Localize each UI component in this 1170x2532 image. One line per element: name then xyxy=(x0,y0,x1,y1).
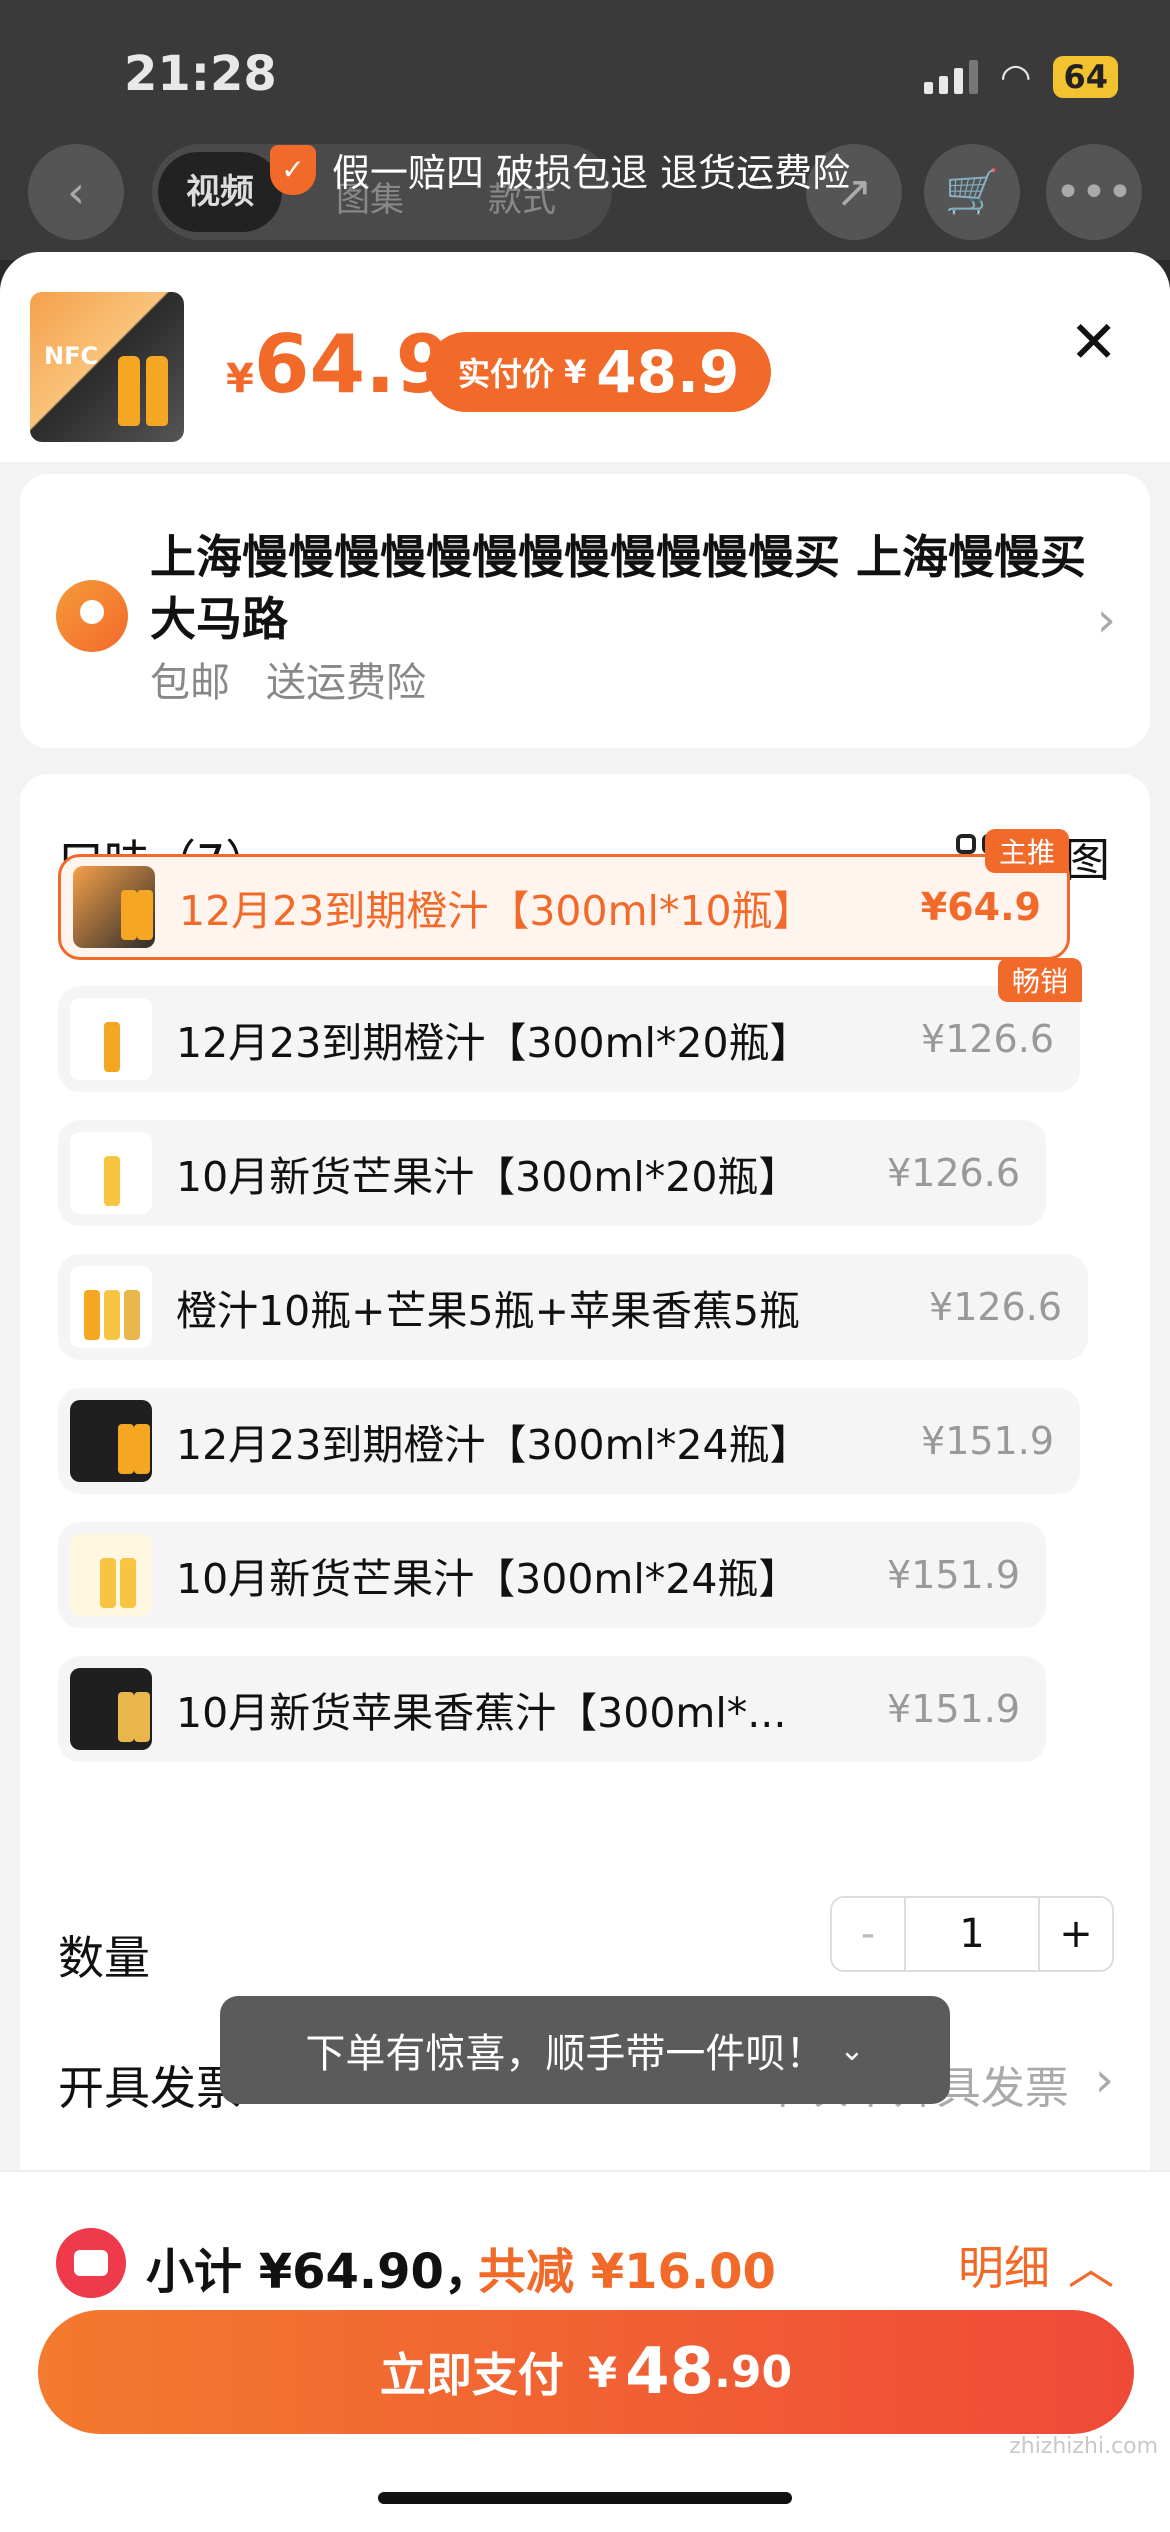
guarantee-text: 假一赔四 破损包退 退货运费险 xyxy=(332,151,851,195)
more-button[interactable]: ••• xyxy=(1046,144,1142,240)
real-price-value: 48.9 xyxy=(596,338,740,406)
sku-price: ¥151.9 xyxy=(887,1553,1020,1597)
sku-name: 10月新货芒果汁【300ml*24瓶】 xyxy=(176,1555,800,1603)
sku-price: ¥126.6 xyxy=(887,1151,1020,1195)
shield-check-icon: ✓ xyxy=(270,144,316,195)
invoice-label: 开具发票 xyxy=(58,2061,242,2115)
watermark: zhizhizhi.com xyxy=(1009,2434,1158,2459)
tab-video[interactable]: 视频 xyxy=(158,152,282,232)
discount-total: 共减 ¥16.00 xyxy=(478,2244,776,2300)
address-line: 上海慢慢慢慢慢慢慢慢慢慢慢慢买 上海慢慢买大马路 xyxy=(150,530,1087,646)
sku-price: ¥151.9 xyxy=(887,1687,1020,1731)
sku-option[interactable]: 10月新货苹果香蕉汁【300ml*... ¥151.9 xyxy=(58,1656,1046,1762)
sku-thumbnail xyxy=(70,1668,152,1750)
coupon-icon xyxy=(56,2228,126,2298)
sku-name: 10月新货芒果汁【300ml*20瓶】 xyxy=(176,1153,800,1201)
quantity-label: 数量 xyxy=(58,1931,150,1985)
location-pin-icon xyxy=(56,580,128,652)
sku-name: 10月新货苹果香蕉汁【300ml*... xyxy=(176,1689,787,1737)
sku-thumbnail xyxy=(73,866,155,948)
bottle-graphic xyxy=(118,356,140,426)
back-button[interactable]: ‹ xyxy=(28,144,124,240)
pay-amount-dec: .90 xyxy=(714,2346,793,2398)
sku-price: ¥126.6 xyxy=(921,1017,1054,1061)
chevron-double-down-icon: ⌄ xyxy=(839,2032,865,2068)
shipping-tag: 送运费险 xyxy=(266,660,426,706)
chevron-left-icon: ‹ xyxy=(67,166,85,218)
address-card[interactable]: 上海慢慢慢慢慢慢慢慢慢慢慢慢买 上海慢慢买大马路 包邮 送运费险 › xyxy=(20,474,1150,748)
pay-label: 立即支付 xyxy=(379,2348,564,2402)
sku-price: ¥151.9 xyxy=(921,1419,1054,1463)
quantity-value[interactable]: 1 xyxy=(906,1898,1038,1970)
product-price: ¥64.9 xyxy=(226,318,451,411)
detail-label: 明细 xyxy=(958,2241,1050,2295)
pay-currency: ¥ xyxy=(587,2347,618,2397)
status-time: 21:28 xyxy=(124,46,277,102)
sku-price: ¥126.6 xyxy=(929,1285,1062,1329)
sku-name: 12月23到期橙汁【300ml*10瓶】 xyxy=(179,887,814,935)
close-icon[interactable]: ✕ xyxy=(1069,308,1118,376)
sku-tag: 主推 xyxy=(984,829,1069,873)
sheet-header: NFC ¥64.9 实付价 ¥ 48.9 ✕ xyxy=(0,252,1170,462)
shipping-tag: 包邮 xyxy=(150,660,230,706)
sku-option[interactable]: 橙汁10瓶+芒果5瓶+苹果香蕉5瓶 ¥126.6 xyxy=(58,1254,1088,1360)
price-currency: ¥ xyxy=(226,356,254,402)
cart-icon: 🛒 xyxy=(944,167,1000,218)
real-price-badge: 实付价 ¥ 48.9 xyxy=(426,332,772,412)
sku-option[interactable]: 10月新货芒果汁【300ml*24瓶】 ¥151.9 xyxy=(58,1522,1046,1628)
increment-button[interactable]: + xyxy=(1038,1898,1112,1970)
chevron-up-icon: ︿ xyxy=(1068,2241,1114,2295)
sku-tag: 畅销 xyxy=(997,958,1082,1002)
sku-option[interactable]: 12月23到期橙汁【300ml*20瓶】 ¥126.6 畅销 xyxy=(58,958,1082,1092)
guarantee-banner: ✓ 假一赔四 破损包退 退货运费险 xyxy=(270,142,850,197)
cart-button[interactable]: 🛒 xyxy=(924,144,1020,240)
top-bar: 21:28 ◠ 64 ‹ 视频 图集 款式 ↗ 🛒 ••• ✓ 假一赔四 破损包… xyxy=(0,0,1170,260)
decrement-button[interactable]: - xyxy=(832,1898,906,1970)
pay-now-button[interactable]: 立即支付 ¥ 48 .90 xyxy=(38,2310,1134,2434)
chevron-right-icon: › xyxy=(1094,2052,1114,2108)
wifi-icon: ◠ xyxy=(1000,56,1032,98)
home-indicator xyxy=(378,2492,792,2504)
price-value: 64.9 xyxy=(253,318,452,411)
sku-name: 12月23到期橙汁【300ml*20瓶】 xyxy=(176,1019,811,1067)
quantity-stepper: - 1 + xyxy=(830,1896,1114,1972)
toast-text: 下单有惊喜，顺手带一件呗！ xyxy=(305,2031,826,2077)
sku-option[interactable]: 12月23到期橙汁【300ml*24瓶】 ¥151.9 xyxy=(58,1388,1080,1494)
checkout-footer: 小计 ¥64.90， 共减 ¥16.00 明细 ︿ 立即支付 ¥ 48 .90 … xyxy=(0,2170,1170,2532)
signal-icon xyxy=(924,60,979,94)
status-icons: ◠ 64 xyxy=(924,56,1118,98)
sku-thumbnail xyxy=(70,1266,152,1348)
sku-thumbnail xyxy=(70,1400,152,1482)
shipping-tags: 包邮 送运费险 xyxy=(150,650,426,708)
upsell-toast[interactable]: 下单有惊喜，顺手带一件呗！ ⌄ xyxy=(220,1996,950,2104)
sku-option[interactable]: 12月23到期橙汁【300ml*10瓶】 ¥64.9 主推 xyxy=(58,829,1070,960)
sku-thumbnail xyxy=(70,1534,152,1616)
pay-amount-int: 48 xyxy=(625,2335,715,2409)
battery-icon: 64 xyxy=(1053,56,1118,98)
real-price-currency: ¥ xyxy=(564,353,587,391)
sku-thumbnail xyxy=(70,998,152,1080)
sku-option[interactable]: 10月新货芒果汁【300ml*20瓶】 ¥126.6 xyxy=(58,1120,1046,1226)
sku-name: 橙汁10瓶+芒果5瓶+苹果香蕉5瓶 xyxy=(176,1287,801,1335)
sku-thumbnail xyxy=(70,1132,152,1214)
product-logo: NFC xyxy=(44,342,99,370)
chevron-right-icon: › xyxy=(1096,592,1116,648)
subtotal: 小计 ¥64.90， xyxy=(146,2244,492,2300)
bottle-graphic xyxy=(146,356,168,426)
sku-price: ¥64.9 xyxy=(920,885,1041,929)
sku-name: 12月23到期橙汁【300ml*24瓶】 xyxy=(176,1421,811,1469)
real-price-label: 实付价 xyxy=(458,355,555,393)
detail-button[interactable]: 明细 ︿ xyxy=(958,2232,1114,2298)
product-thumbnail[interactable]: NFC xyxy=(30,292,184,442)
more-icon: ••• xyxy=(1055,166,1133,218)
